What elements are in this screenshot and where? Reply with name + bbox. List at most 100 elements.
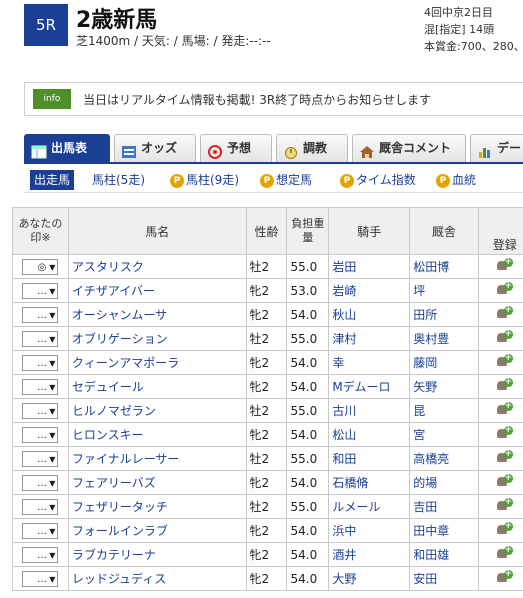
- add-favorite-horse-icon[interactable]: +: [496, 330, 513, 344]
- mark-select[interactable]: … ▼: [22, 354, 59, 371]
- horse-name-link[interactable]: ラブカテリーナ: [72, 548, 156, 562]
- horse-name-link[interactable]: フォールインラブ: [72, 524, 168, 538]
- jockey-link[interactable]: 秋山: [332, 308, 356, 322]
- jockey-link[interactable]: 幸: [332, 356, 344, 370]
- horse-name-link[interactable]: ファイナルレーサー: [72, 452, 180, 466]
- jockey-link[interactable]: 大野: [332, 572, 356, 586]
- col-jockey: 騎手: [328, 207, 411, 255]
- horse-name-link[interactable]: フェザリータッチ: [72, 500, 168, 514]
- add-favorite-horse-icon[interactable]: +: [496, 546, 513, 560]
- jockey-link[interactable]: 津村: [332, 332, 356, 346]
- mark-value: …: [36, 405, 47, 417]
- stable-link[interactable]: 昆: [413, 404, 425, 418]
- add-favorite-horse-icon[interactable]: +: [496, 474, 513, 488]
- subnav-pedigree[interactable]: P 血統: [436, 170, 476, 190]
- stable-link[interactable]: 安田: [413, 572, 437, 586]
- jockey-link[interactable]: 岩田: [332, 260, 356, 274]
- mark-select[interactable]: … ▼: [22, 330, 59, 347]
- jockey-link[interactable]: 浜中: [332, 524, 356, 538]
- subnav-past9[interactable]: P 馬柱(9走): [170, 170, 239, 190]
- race-header: 5R 2歳新馬 芝1400m / 天気: / 馬場: / 発走:--:-- 4回…: [0, 0, 523, 62]
- stable-link[interactable]: 奥村豊: [413, 332, 449, 346]
- stable-link[interactable]: 吉田: [413, 500, 437, 514]
- add-favorite-horse-icon[interactable]: +: [496, 522, 513, 536]
- subnav-past5[interactable]: 馬柱(5走): [92, 170, 145, 190]
- horse-name-link[interactable]: ヒルノマゼラン: [72, 404, 156, 418]
- register-cell: +: [477, 254, 523, 279]
- add-favorite-horse-icon[interactable]: +: [496, 282, 513, 296]
- mark-select[interactable]: … ▼: [22, 498, 59, 515]
- sex-age-cell: 牡2: [245, 398, 288, 423]
- stable-link[interactable]: 宮: [413, 428, 425, 442]
- mark-select[interactable]: … ▼: [22, 306, 59, 323]
- horse-name-link[interactable]: レッドジュディス: [72, 572, 166, 586]
- stable-cell: 田所: [409, 302, 479, 327]
- col-register: 登録: [477, 207, 523, 255]
- jockey-link[interactable]: Mデムーロ: [332, 380, 390, 394]
- mark-select[interactable]: … ▼: [22, 402, 59, 419]
- tab-stable-comment[interactable]: 厩舎コメント: [352, 134, 466, 162]
- tab-odds[interactable]: オッズ: [114, 134, 196, 162]
- add-favorite-horse-icon[interactable]: +: [496, 570, 513, 584]
- mark-select[interactable]: ◎ ▼: [22, 258, 59, 275]
- mark-select[interactable]: … ▼: [22, 282, 59, 299]
- horse-name-link[interactable]: オーシャンムーサ: [72, 308, 167, 322]
- table-row: … ▼ フェザリータッチ 牡2 55.0 ルメール 吉田 +: [12, 494, 523, 519]
- stable-link[interactable]: 田所: [413, 308, 437, 322]
- stable-link[interactable]: 和田雄: [413, 548, 449, 562]
- race-class: 混[指定] 14頭: [424, 23, 495, 36]
- add-favorite-horse-icon[interactable]: +: [496, 402, 513, 416]
- weight-cell: 54.0: [286, 542, 330, 567]
- chevron-down-icon: ▼: [49, 478, 56, 488]
- stable-link[interactable]: 的場: [413, 476, 437, 490]
- jockey-link[interactable]: 岩崎: [332, 284, 356, 298]
- tab-data[interactable]: デー: [470, 134, 523, 162]
- mark-value: …: [36, 525, 47, 537]
- stable-link[interactable]: 藤岡: [413, 356, 437, 370]
- mark-cell: … ▼: [12, 518, 69, 543]
- subnav-entries[interactable]: 出走馬: [30, 170, 75, 190]
- chevron-down-icon: ▼: [49, 286, 56, 296]
- horse-name-link[interactable]: アスタリスク: [72, 260, 144, 274]
- horse-name-link[interactable]: クィーンアマポーラ: [72, 356, 179, 370]
- add-favorite-horse-icon[interactable]: +: [496, 378, 513, 392]
- tab-training[interactable]: 調教: [276, 134, 348, 162]
- horse-name-link[interactable]: オブリゲーション: [72, 332, 168, 346]
- mark-select[interactable]: … ▼: [22, 570, 59, 587]
- tab-prediction[interactable]: 予想: [200, 134, 272, 162]
- add-favorite-horse-icon[interactable]: +: [496, 354, 513, 368]
- add-favorite-horse-icon[interactable]: +: [496, 306, 513, 320]
- stable-link[interactable]: 坪: [413, 284, 425, 298]
- stable-link[interactable]: 高橋亮: [413, 452, 449, 466]
- add-favorite-horse-icon[interactable]: +: [496, 450, 513, 464]
- tab-entries[interactable]: 出馬表: [24, 134, 110, 162]
- jockey-link[interactable]: 和田: [332, 452, 356, 466]
- stable-cell: 安田: [409, 566, 479, 591]
- jockey-link[interactable]: ルメール: [332, 500, 380, 514]
- subnav-expected[interactable]: P 想定馬: [260, 170, 312, 190]
- sex-age-cell: 牝2: [245, 302, 288, 327]
- add-favorite-horse-icon[interactable]: +: [496, 258, 513, 272]
- mark-select[interactable]: … ▼: [22, 474, 59, 491]
- stable-link[interactable]: 松田博: [413, 260, 449, 274]
- mark-select[interactable]: … ▼: [22, 450, 59, 467]
- stable-link[interactable]: 矢野: [413, 380, 437, 394]
- mark-select[interactable]: … ▼: [22, 546, 59, 563]
- jockey-link[interactable]: 石橋脩: [332, 476, 368, 490]
- add-favorite-horse-icon[interactable]: +: [496, 498, 513, 512]
- jockey-link[interactable]: 古川: [332, 404, 356, 418]
- jockey-link[interactable]: 酒井: [332, 548, 356, 562]
- mark-select[interactable]: … ▼: [22, 378, 59, 395]
- race-title: 2歳新馬: [76, 8, 158, 33]
- horse-name-link[interactable]: ヒロンスキー: [72, 428, 144, 442]
- horse-name-link[interactable]: セデュイール: [72, 380, 144, 394]
- subnav-time-index[interactable]: P タイム指数: [340, 170, 416, 190]
- jockey-link[interactable]: 松山: [332, 428, 356, 442]
- horse-name-link[interactable]: イチザアイバー: [72, 284, 155, 298]
- mark-select[interactable]: … ▼: [22, 426, 59, 443]
- horse-name-link[interactable]: フェアリーバズ: [72, 476, 156, 490]
- stable-link[interactable]: 田中章: [413, 524, 449, 538]
- mark-value: …: [36, 453, 47, 465]
- add-favorite-horse-icon[interactable]: +: [496, 426, 513, 440]
- mark-select[interactable]: … ▼: [22, 522, 59, 539]
